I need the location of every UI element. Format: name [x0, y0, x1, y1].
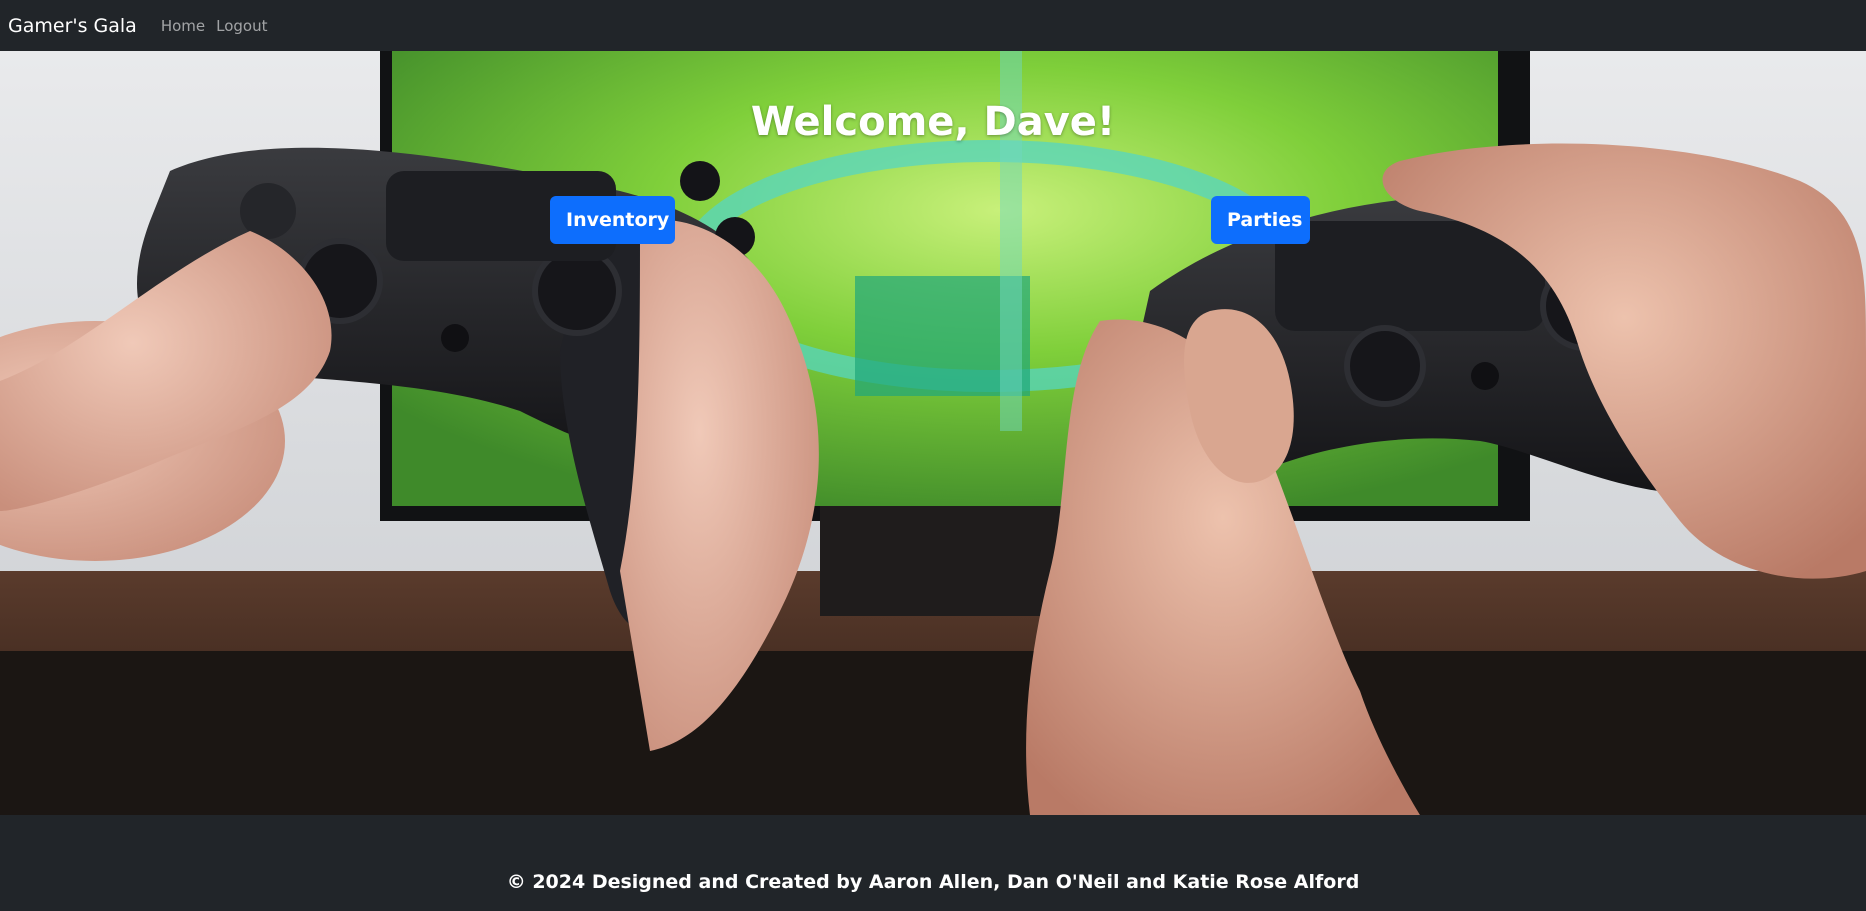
parties-button[interactable]: Parties: [1211, 196, 1310, 244]
nav-link-logout[interactable]: Logout: [216, 17, 267, 35]
navbar: Gamer's Gala Home Logout: [0, 0, 1866, 51]
footer: © 2024 Designed and Created by Aaron All…: [0, 815, 1866, 911]
inventory-button[interactable]: Inventory: [550, 196, 675, 244]
welcome-heading: Welcome, Dave!: [750, 99, 1116, 145]
brand-link[interactable]: Gamer's Gala: [8, 15, 137, 37]
footer-credits: © 2024 Designed and Created by Aaron All…: [506, 871, 1360, 893]
nav-link-home[interactable]: Home: [161, 17, 205, 35]
hero-background-image: [0, 51, 1866, 815]
hero-section: Welcome, Dave! Inventory Parties: [0, 51, 1866, 815]
